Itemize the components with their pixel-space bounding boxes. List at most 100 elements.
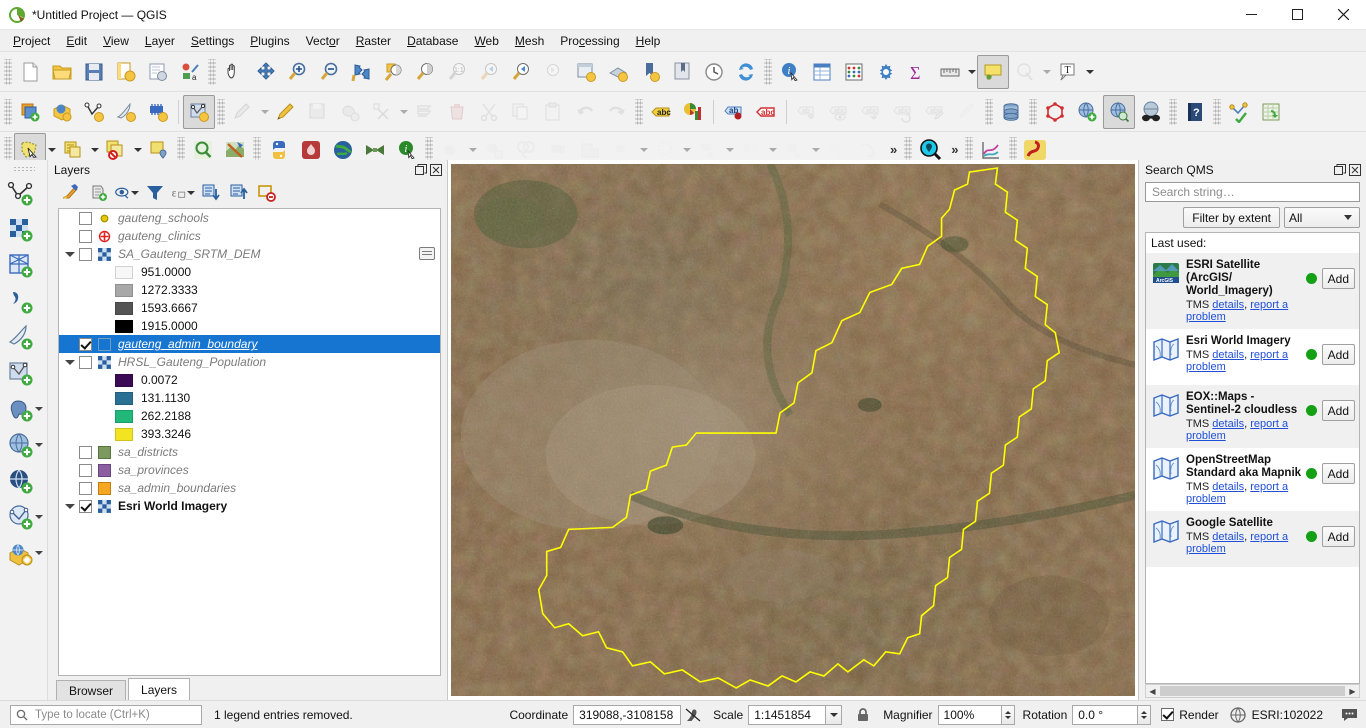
- paste-features-button[interactable]: [537, 95, 569, 129]
- scale-field[interactable]: 1:1451854: [748, 704, 827, 725]
- menu-processing[interactable]: Processing: [552, 31, 627, 51]
- open-attribute-table-button[interactable]: [806, 55, 838, 89]
- qms-add-button[interactable]: Add: [1321, 400, 1355, 421]
- tab-browser[interactable]: Browser: [56, 680, 127, 700]
- close-button[interactable]: [1320, 0, 1366, 30]
- toolbar-grip[interactable]: [253, 136, 261, 163]
- toolbar-grip[interactable]: [1009, 136, 1018, 163]
- add-xyz-layer-vbutton[interactable]: [2, 464, 46, 500]
- qms-result-item[interactable]: Esri World Imagery TMS details, report a…: [1146, 329, 1359, 385]
- layer-visibility-checkbox[interactable]: [79, 229, 92, 243]
- refresh-button[interactable]: [730, 55, 762, 89]
- open-layer-styling-button[interactable]: [58, 181, 84, 205]
- expander-icon[interactable]: [61, 353, 79, 371]
- manage-map-themes-button[interactable]: [114, 181, 140, 205]
- measure-line-button[interactable]: [934, 55, 966, 89]
- menu-layer[interactable]: Layer: [137, 31, 183, 51]
- rotate-label-button[interactable]: abc: [887, 95, 919, 129]
- move-label-right-button[interactable]: abc: [855, 95, 887, 129]
- layer-row-hrsl-gauteng-population[interactable]: HRSL_Gauteng_Population: [59, 353, 440, 371]
- new-bookmark-button[interactable]: [634, 55, 666, 89]
- delete-selected-button[interactable]: [441, 95, 473, 129]
- zoom-next-button[interactable]: [538, 55, 570, 89]
- layer-row-gauteng-schools[interactable]: gauteng_schools: [59, 209, 440, 227]
- menu-project[interactable]: Project: [5, 31, 58, 51]
- qgis-plugin-button[interactable]: [1223, 95, 1255, 129]
- filter-legend-expression-button[interactable]: ε: [170, 181, 196, 205]
- menu-mesh[interactable]: Mesh: [507, 31, 552, 51]
- add-postgis-layer-vbutton[interactable]: [2, 392, 46, 428]
- add-raster-layer-vbutton[interactable]: [2, 212, 46, 248]
- add-wfs-layer-vbutton[interactable]: [2, 500, 46, 536]
- rotation-field[interactable]: 0.0 °: [1072, 704, 1139, 725]
- toolbar-overflow-right[interactable]: »: [946, 142, 963, 157]
- toolbar-grip[interactable]: [217, 98, 225, 125]
- pan-to-selection-button[interactable]: [250, 55, 282, 89]
- qms-details-link[interactable]: details: [1212, 481, 1244, 493]
- raster-properties-button[interactable]: [419, 247, 435, 260]
- vertex-caret[interactable]: [398, 95, 409, 129]
- add-spatialite-layer-vbutton[interactable]: [2, 320, 46, 356]
- layer-row-sa-provinces[interactable]: sa_provinces: [59, 461, 440, 479]
- zoom-to-layer-button[interactable]: [410, 55, 442, 89]
- temporal-controller-button[interactable]: [698, 55, 730, 89]
- toolbar-grip[interactable]: [635, 98, 643, 125]
- add-vector-layer-vbutton[interactable]: [2, 176, 46, 212]
- globe-icon[interactable]: [1229, 706, 1247, 724]
- expander-icon[interactable]: [61, 497, 79, 515]
- rotation-stepper[interactable]: [1138, 704, 1152, 725]
- qms-details-link[interactable]: details: [1212, 299, 1244, 311]
- expand-all-button[interactable]: [198, 181, 224, 205]
- qms-search-input[interactable]: [1150, 184, 1355, 200]
- magnifier-stepper[interactable]: [1001, 704, 1015, 725]
- new-map-view-button[interactable]: [570, 55, 602, 89]
- menu-raster[interactable]: Raster: [348, 31, 399, 51]
- zoom-to-selection-button[interactable]: [378, 55, 410, 89]
- add-arcgis-layer-vbutton[interactable]: [2, 536, 46, 572]
- redo-button[interactable]: [601, 95, 633, 129]
- style-dot-button[interactable]: a: [174, 55, 206, 89]
- chevron-down-icon[interactable]: [34, 407, 43, 411]
- toolbar-grip[interactable]: [1169, 98, 1177, 125]
- menu-web[interactable]: Web: [466, 31, 506, 51]
- layers-close-button[interactable]: [428, 163, 443, 178]
- layers-tree[interactable]: gauteng_schools gauteng_clinics SA_Gaute…: [58, 208, 441, 676]
- lock-icon[interactable]: [854, 706, 872, 724]
- move-label-button[interactable]: ab: [791, 95, 823, 129]
- change-label-button[interactable]: abc: [919, 95, 951, 129]
- current-edits-button[interactable]: [14, 95, 46, 129]
- scrollbar-thumb[interactable]: [1160, 686, 1345, 696]
- add-mesh-layer-vbutton[interactable]: [2, 248, 46, 284]
- statistical-summary-button[interactable]: Σ: [902, 55, 934, 89]
- add-layer-definition-button[interactable]: [46, 95, 78, 129]
- highlight-labels-button[interactable]: abc: [750, 95, 782, 129]
- new-shapefile-button[interactable]: [1039, 95, 1071, 129]
- vertex-tool-button[interactable]: [366, 95, 398, 129]
- menu-vector[interactable]: Vector: [298, 31, 348, 51]
- qms-undock-button[interactable]: [1332, 163, 1347, 178]
- crs-label[interactable]: ESRI:102022: [1252, 708, 1323, 722]
- add-vector-tile-layer-vbutton[interactable]: [2, 356, 46, 392]
- toolbar-grip[interactable]: [177, 136, 185, 163]
- copy-features-button[interactable]: [505, 95, 537, 129]
- layer-visibility-checkbox[interactable]: [79, 247, 92, 261]
- menu-plugins[interactable]: Plugins: [242, 31, 297, 51]
- layer-visibility-checkbox[interactable]: [79, 445, 92, 459]
- add-delimited-text-button[interactable]: [110, 95, 142, 129]
- layer-row-sa-districts[interactable]: sa_districts: [59, 443, 440, 461]
- pin-labels-button[interactable]: ab: [718, 95, 750, 129]
- filter-legend-button[interactable]: [142, 181, 168, 205]
- layer-row-sa-admin-boundaries[interactable]: sa_admin_boundaries: [59, 479, 440, 497]
- qms-add-button[interactable]: Add: [1321, 463, 1355, 484]
- coordinate-field[interactable]: 319088,-3108158: [573, 704, 682, 725]
- add-vector-layer-button[interactable]: [78, 95, 110, 129]
- toolbar-grip[interactable]: [208, 58, 216, 85]
- show-unplaced-labels-button[interactable]: [1009, 55, 1041, 89]
- qms-add-button[interactable]: Add: [1321, 344, 1355, 365]
- qms-details-link[interactable]: details: [1212, 531, 1244, 543]
- qms-add-button[interactable]: Add: [1321, 268, 1355, 289]
- add-group-button[interactable]: [86, 181, 112, 205]
- qms-details-link[interactable]: details: [1212, 349, 1244, 361]
- minimize-button[interactable]: [1228, 0, 1274, 30]
- toolbar-grip[interactable]: [764, 58, 772, 85]
